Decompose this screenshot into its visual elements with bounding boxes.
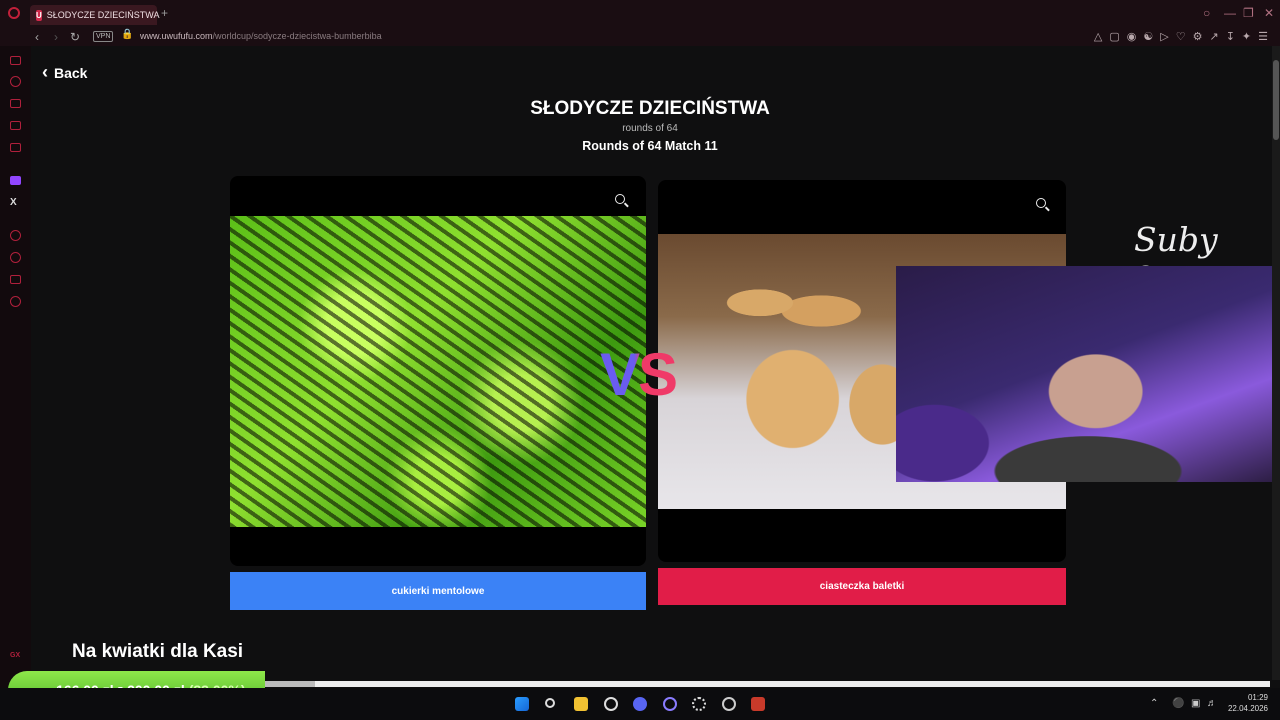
forward-nav-icon[interactable]: › <box>54 28 58 46</box>
page-title: SŁODYCZE DZIECIŃSTWA <box>530 98 770 119</box>
reload-icon[interactable]: ↻ <box>70 28 80 46</box>
file-explorer-icon[interactable] <box>574 697 588 711</box>
steam-icon[interactable] <box>722 697 736 711</box>
round-info: Rounds of 64 Match 11 <box>582 139 718 153</box>
vs-label: VS <box>600 341 678 408</box>
url-domain: www.uwufufu.com <box>140 31 213 41</box>
back-label: Back <box>54 64 88 81</box>
settings-icon[interactable] <box>10 296 21 307</box>
x-twitter-icon[interactable]: X <box>10 198 21 208</box>
player-icon[interactable] <box>10 230 21 241</box>
url-path: /worldcup/sodycze-dziecistwa-bumberbiba <box>212 31 382 41</box>
opera-logo-icon[interactable] <box>8 7 20 19</box>
download-icon[interactable]: ↧ <box>1226 29 1235 45</box>
heart-icon[interactable]: ♡ <box>1176 29 1186 45</box>
messenger-icon[interactable] <box>10 56 21 65</box>
history-icon[interactable] <box>10 76 21 87</box>
vertical-scrollbar-thumb[interactable] <box>1273 60 1279 140</box>
windows-start-icon[interactable] <box>515 697 529 711</box>
tray-chevron-icon[interactable]: ⌃ <box>1150 698 1158 709</box>
lock-icon[interactable]: 🔒 <box>121 29 133 40</box>
clock-date: 22.04.2026 <box>1227 704 1268 713</box>
obs-icon[interactable] <box>692 697 706 711</box>
webcam-overlay <box>896 266 1280 482</box>
microphone-icon[interactable]: ⚫ <box>1172 698 1184 709</box>
app-ring-icon[interactable] <box>663 697 677 711</box>
clock-time: 01:29 <box>1247 693 1268 702</box>
back-button[interactable]: ‹ Back <box>42 62 87 83</box>
clock-icon[interactable] <box>10 252 21 263</box>
translate-icon[interactable]: ☯ <box>1143 29 1153 45</box>
menu-icon[interactable]: ☰ <box>1258 29 1268 45</box>
shield-icon[interactable]: ◉ <box>1127 29 1137 45</box>
extensions-icon[interactable]: ⚙ <box>1193 29 1203 45</box>
back-nav-icon[interactable]: ‹ <box>35 28 39 46</box>
tab-title: SŁODYCZE DZIECIŃSTWA <box>46 10 160 20</box>
browser-toolbar: △ ▢ ◉ ☯ ▷ ♡ ⚙ ↗ ↧ ✦ ☰ <box>1094 29 1268 45</box>
snapshot-icon[interactable]: ▢ <box>1109 29 1119 45</box>
close-window-icon[interactable]: ✕ <box>1264 6 1274 20</box>
search-tabs-icon[interactable]: ○ <box>1203 6 1210 20</box>
zoom-left-icon[interactable] <box>615 194 625 204</box>
uwufufu-favicon-icon: U <box>36 9 42 21</box>
discord-icon[interactable] <box>633 697 647 711</box>
browser-tab-bar: U SŁODYCZE DZIECIŃSTWA + ○ — ❐ ✕ <box>0 0 1280 28</box>
volume-icon[interactable]: ♬ <box>1207 698 1217 709</box>
pin-icon[interactable]: △ <box>1094 29 1102 45</box>
zoom-right-icon[interactable] <box>1036 198 1046 208</box>
vertical-scrollbar[interactable] <box>1272 46 1280 680</box>
network-icon[interactable]: ▣ <box>1191 698 1200 709</box>
aria-ai-icon[interactable]: ✦ <box>1242 29 1251 45</box>
url-field[interactable]: www.uwufufu.com/worldcup/sodycze-dziecis… <box>140 31 382 41</box>
share-icon[interactable]: ↗ <box>1209 29 1218 45</box>
search-icon[interactable] <box>545 698 555 708</box>
minimize-icon[interactable]: — <box>1224 6 1236 20</box>
new-tab-button[interactable]: + <box>161 6 168 20</box>
browser-tab[interactable]: U SŁODYCZE DZIECIŃSTWA <box>30 5 160 25</box>
windows-taskbar: ⌃ ⚫ ▣ ♬ 01:29 22.04.2026 <box>0 688 1280 720</box>
chevron-left-icon: ‹ <box>42 62 48 82</box>
extensions-sidebar-icon[interactable] <box>10 275 21 284</box>
donation-goal-title: Na kwiatki dla Kasi <box>72 641 244 662</box>
right-choice-button[interactable]: ciasteczka baletki <box>658 568 1066 605</box>
taskbar-clock[interactable]: 01:29 22.04.2026 <box>1228 692 1268 714</box>
left-choice-card[interactable] <box>230 176 646 566</box>
gx-control-icon[interactable]: GX <box>10 652 20 659</box>
brave-icon[interactable] <box>751 697 765 711</box>
address-bar-row: ‹ › ↻ VPN 🔒 www.uwufufu.com/worldcup/sod… <box>0 28 1280 46</box>
opera-taskbar-icon[interactable] <box>604 697 618 711</box>
menthol-candies-image[interactable] <box>230 216 646 527</box>
restore-icon[interactable]: ❐ <box>1243 6 1254 20</box>
play-icon[interactable]: ▷ <box>1160 29 1168 45</box>
page-subtitle: rounds of 64 <box>622 123 678 134</box>
twitch-icon[interactable] <box>10 176 21 185</box>
vpn-badge[interactable]: VPN <box>93 31 114 42</box>
left-choice-button[interactable]: cukierki mentolowe <box>230 572 646 610</box>
